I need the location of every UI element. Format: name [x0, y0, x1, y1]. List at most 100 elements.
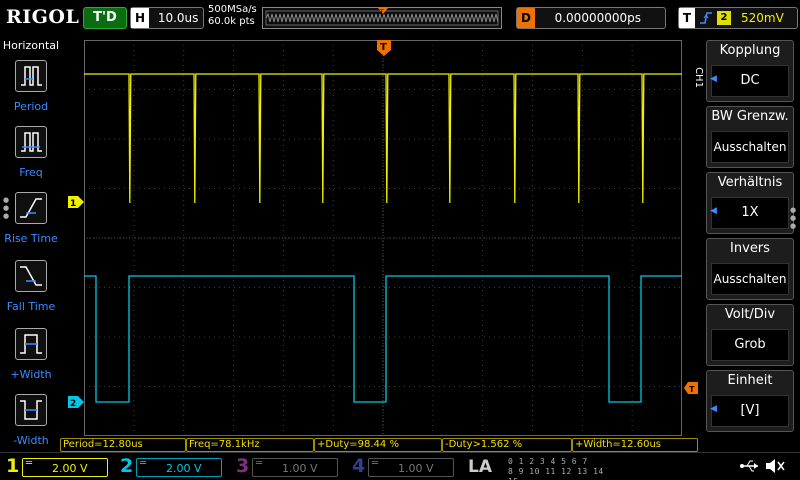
brand-logo: RIGOL [6, 6, 80, 28]
menu-coupling[interactable]: Kopplung DC ◀ [706, 40, 794, 102]
fall-time-icon [15, 260, 47, 292]
menu-unit[interactable]: Einheit [V] ◀ [706, 370, 794, 432]
channel-status-bar: 1 ═ 2.00 V 2 ═ 2.00 V 3 ═ 1.00 V 4 ═ 1.0… [0, 452, 800, 480]
right-menu-page-dots: ● ● ● [790, 206, 797, 230]
ch2-waveform [84, 275, 682, 403]
trigger-label: T [679, 8, 695, 28]
left-arrow-icon: ◀ [710, 404, 717, 414]
acquisition-info: 500MSa/s 60.0k pts [208, 4, 257, 28]
menu-item-rise-time[interactable]: Rise Time [0, 188, 62, 254]
menu-item-period[interactable]: Period [0, 56, 62, 122]
grid-lines [84, 40, 682, 436]
memory-depth: 60.0k pts [208, 16, 255, 27]
menu-label-freq: Freq [19, 166, 43, 179]
ch2-marker-label: 2 [70, 399, 76, 408]
left-soft-menu: Horizontal Period Freq ● ● ● Rise Time Fal… [0, 38, 62, 456]
timebase-value: 10.0us [157, 11, 199, 25]
channel-1-status[interactable]: 1 ═ 2.00 V [6, 455, 116, 480]
channel-4-scale: 1.00 V [398, 462, 434, 475]
menu-label-rise-time: Rise Time [4, 232, 58, 245]
memstrip-trigger-letter: T [379, 9, 384, 16]
freq-icon [15, 126, 47, 158]
channel-3-status[interactable]: 3 ═ 1.00 V [236, 455, 346, 480]
ch2-ground-marker[interactable]: 2 [68, 396, 84, 408]
delay-value: 0.00000000ps [554, 11, 641, 25]
menu-volt-div[interactable]: Volt/Div Grob [706, 304, 794, 366]
measurement-freq[interactable]: Freq=78.1kHz [186, 438, 314, 452]
trigger-status-badge[interactable]: T'D [83, 7, 127, 29]
rising-edge-icon [699, 9, 713, 33]
measurement-pos-duty[interactable]: +Duty=98.44 % [314, 438, 442, 452]
menu-bw-limit[interactable]: BW Grenzw. Ausschalten [706, 106, 794, 168]
sample-rate: 500MSa/s [208, 4, 257, 15]
probe-ratio-value: 1X [711, 197, 789, 229]
dc-coupling-icon: ═ [372, 458, 379, 469]
delay-label: D [517, 8, 535, 28]
coupling-label: Kopplung [719, 43, 781, 58]
channel-2-number: 2 [120, 455, 134, 477]
invert-value: Ausschalten [711, 263, 789, 295]
unit-label: Einheit [727, 373, 773, 388]
logic-channel-grid: 0 1 2 3 4 5 6 7 8 9 10 11 12 13 14 15 [508, 457, 608, 480]
neg-width-icon [15, 394, 47, 426]
left-arrow-icon: ◀ [710, 206, 717, 216]
usb-icon [740, 458, 760, 478]
channel-2-scale: 2.00 V [166, 462, 202, 475]
dc-coupling-icon: ═ [140, 458, 147, 469]
trigger-position-indicator[interactable]: T [377, 40, 391, 56]
ch1-waveform [84, 73, 682, 204]
trigger-indicator-letter: T [380, 42, 387, 53]
trigger-settings[interactable]: T 2 520mV [678, 7, 798, 29]
memory-waveform-preview: T [265, 8, 499, 26]
logic-channels-row-1: 0 1 2 3 4 5 6 7 [508, 457, 588, 466]
coupling-value: DC [711, 65, 789, 97]
measurement-bar: Period=12.80us Freq=78.1kHz +Duty=98.44 … [60, 438, 700, 452]
timebase-label: H [131, 8, 149, 28]
menu-label-neg-width: -Width [13, 434, 49, 447]
menu-label-fall-time: Fall Time [6, 300, 56, 313]
menu-item-neg-width[interactable]: -Width [0, 390, 62, 456]
channel-1-number: 1 [6, 455, 20, 477]
pos-width-icon [15, 328, 47, 360]
menu-label-period: Period [13, 100, 49, 113]
left-menu-title: Horizontal [2, 39, 60, 52]
trigger-source: 2 [717, 11, 731, 25]
ch1-marker-label: 1 [70, 199, 76, 208]
graticule [84, 40, 682, 436]
channel-3-scale: 1.00 V [282, 462, 318, 475]
measurement-neg-duty[interactable]: -Duty>1.562 % [442, 438, 572, 452]
probe-ratio-label: Verhältnis [717, 175, 783, 190]
trigger-level-letter: T [689, 385, 695, 394]
speaker-icon[interactable] [764, 458, 786, 478]
channel-3-number: 3 [236, 455, 250, 477]
channel-4-status[interactable]: 4 ═ 1.00 V [352, 455, 462, 480]
menu-invert[interactable]: Invers Ausschalten [706, 238, 794, 300]
measurement-pos-width[interactable]: +Width=12.60us [572, 438, 698, 452]
memory-overview-strip[interactable]: T [262, 7, 502, 29]
waveform-display[interactable]: T 1 2 T [62, 38, 700, 438]
unit-value: [V] [711, 395, 789, 427]
channel-1-scale: 2.00 V [52, 462, 88, 475]
rise-time-icon [15, 192, 47, 224]
menu-item-fall-time[interactable]: Fall Time [0, 256, 62, 322]
menu-item-pos-width[interactable]: +Width [0, 324, 62, 390]
dc-coupling-icon: ═ [26, 458, 33, 469]
horizontal-timebase[interactable]: H 10.0us [130, 7, 204, 29]
dc-coupling-icon: ═ [256, 458, 263, 469]
volt-div-value: Grob [711, 329, 789, 361]
measurement-period[interactable]: Period=12.80us [60, 438, 186, 452]
logic-analyzer-label[interactable]: LA [468, 457, 492, 477]
logic-channels-row-2: 8 9 10 11 12 13 14 15 [508, 467, 604, 480]
horizontal-delay[interactable]: D 0.00000000ps [516, 7, 666, 29]
ch1-ground-marker[interactable]: 1 [68, 196, 84, 208]
channel-4-number: 4 [352, 455, 366, 477]
right-soft-menu: CH1 Kopplung DC ◀ BW Grenzw. Ausschalten… [693, 38, 800, 456]
trigger-level-marker[interactable]: T [684, 382, 698, 394]
volt-div-label: Volt/Div [724, 307, 776, 322]
channel-2-status[interactable]: 2 ═ 2.00 V [120, 455, 230, 480]
channel-tag: CH1 [692, 67, 704, 88]
bw-limit-value: Ausschalten [711, 131, 789, 163]
menu-item-freq[interactable]: Freq [0, 122, 62, 188]
menu-probe-ratio[interactable]: Verhältnis 1X ◀ [706, 172, 794, 234]
left-arrow-icon: ◀ [710, 74, 717, 84]
